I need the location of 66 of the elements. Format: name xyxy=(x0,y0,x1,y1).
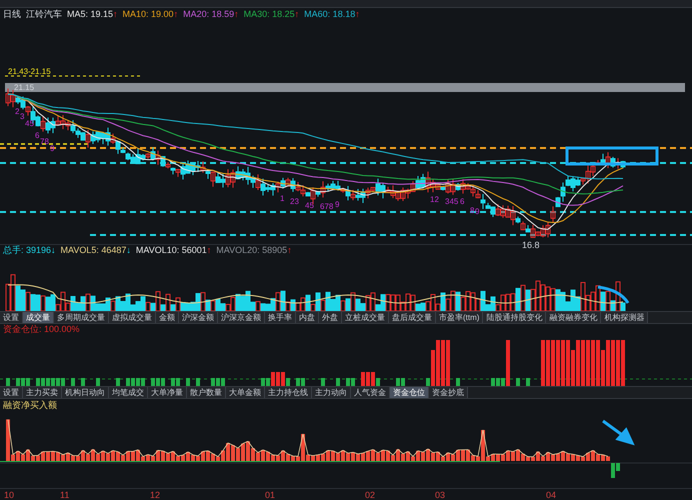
indicator-tab[interactable]: 换手率 xyxy=(265,312,296,323)
sequence-number: 345 xyxy=(445,198,458,206)
indicator-tab[interactable]: 市盈率(ttm) xyxy=(436,312,484,323)
month-axis-label: 04 xyxy=(546,491,556,500)
indicator-tab[interactable]: 主力持仓线 xyxy=(265,387,312,398)
moving-average-value: MA30: 18.25↑ xyxy=(244,10,300,18)
indicator-tab[interactable]: 成交量 xyxy=(23,312,54,323)
sequence-number: 1 xyxy=(280,194,284,203)
indicator-tab[interactable]: 沪深京金额 xyxy=(218,312,265,323)
sequence-number: 45 xyxy=(25,120,34,128)
indicator-tab[interactable]: 沪深金额 xyxy=(179,312,218,323)
sequence-number: 9 xyxy=(335,200,340,209)
sequence-number: 9 xyxy=(50,145,54,154)
indicator-tab[interactable]: 大单金额 xyxy=(226,387,265,398)
indicator-tab[interactable]: 主力买卖 xyxy=(23,387,62,398)
stock-name: 江铃汽车 xyxy=(26,10,62,18)
month-axis-label: 12 xyxy=(150,491,160,500)
indicator-tab[interactable]: 主力动向 xyxy=(312,387,351,398)
period-label: 日线 xyxy=(3,10,21,18)
volume-stat: 总手: 39196↓ xyxy=(3,246,56,254)
moving-average-value: MA60: 18.18↑ xyxy=(304,10,360,18)
month-axis-label: 01 xyxy=(265,491,276,500)
indicator-tab[interactable]: 散户数量 xyxy=(187,387,226,398)
low-price-label: 16.8 xyxy=(522,241,540,250)
indicator-tab[interactable]: 多周期成交量 xyxy=(54,312,109,323)
indicator-tab[interactable]: 机构日动向 xyxy=(62,387,109,398)
sequence-number: 6 xyxy=(35,132,40,140)
sequence-number: 678 xyxy=(320,203,334,212)
month-axis-label: 10 xyxy=(4,491,14,500)
net-buy-label: 融资净买入额 xyxy=(3,400,57,410)
price-range-label: 21.43-21.15 xyxy=(8,68,51,76)
indicator-tab[interactable]: 均笔成交 xyxy=(109,387,148,398)
moving-average-value: MA20: 18.59↑ xyxy=(183,10,239,18)
volume-stat: MAVOL20: 58905↑ xyxy=(216,246,292,254)
moving-average-value: MA10: 19.00↑ xyxy=(122,10,178,18)
indicator-tab[interactable]: 盘后成交量 xyxy=(389,312,436,323)
month-axis-label: 02 xyxy=(365,491,376,500)
sequence-number: 23 xyxy=(290,198,299,206)
month-axis-label: 11 xyxy=(60,491,70,500)
position-label: 资金仓位: 100.00% xyxy=(3,324,80,334)
sequence-number: 9 xyxy=(475,208,480,216)
indicator-tab[interactable]: 虚拟成交量 xyxy=(109,312,156,323)
indicator-tab[interactable]: 立桩成交量 xyxy=(342,312,389,323)
volume-stat: MAVOL5: 46487↓ xyxy=(60,246,131,254)
indicator-tab[interactable]: 资金抄底 xyxy=(429,387,468,398)
indicator-tab[interactable]: 设置 xyxy=(0,387,23,398)
volume-stat: MAVOL10: 56001↑ xyxy=(136,246,212,254)
indicator-tab[interactable]: 融资融券变化 xyxy=(546,312,602,323)
sequence-number: 6 xyxy=(460,198,464,206)
indicator-tab[interactable]: 资金仓位 xyxy=(390,387,429,398)
indicator-tab[interactable]: 金额 xyxy=(156,312,179,323)
high-price-label: 21.15 xyxy=(14,83,34,92)
sequence-number: 2 xyxy=(15,108,20,116)
sequence-number: 45 xyxy=(305,202,314,210)
sequence-number: 78 xyxy=(40,138,49,146)
indicator-tab[interactable]: 大单净量 xyxy=(148,387,187,398)
sequence-number: 3 xyxy=(20,113,24,122)
moving-average-value: MA5: 19.15↑ xyxy=(67,10,118,18)
indicator-tab[interactable]: 外盘 xyxy=(319,312,342,323)
indicator-tab[interactable]: 人气资金 xyxy=(351,387,390,398)
month-axis-label: 03 xyxy=(435,491,446,500)
indicator-tab[interactable]: 陆股通持股变化 xyxy=(483,312,546,323)
indicator-tab[interactable]: 设置 xyxy=(0,312,23,323)
sequence-number: 12 xyxy=(430,196,439,204)
indicator-tab[interactable]: 内盘 xyxy=(296,312,319,323)
indicator-tab[interactable]: 机构探测器 xyxy=(601,312,648,323)
